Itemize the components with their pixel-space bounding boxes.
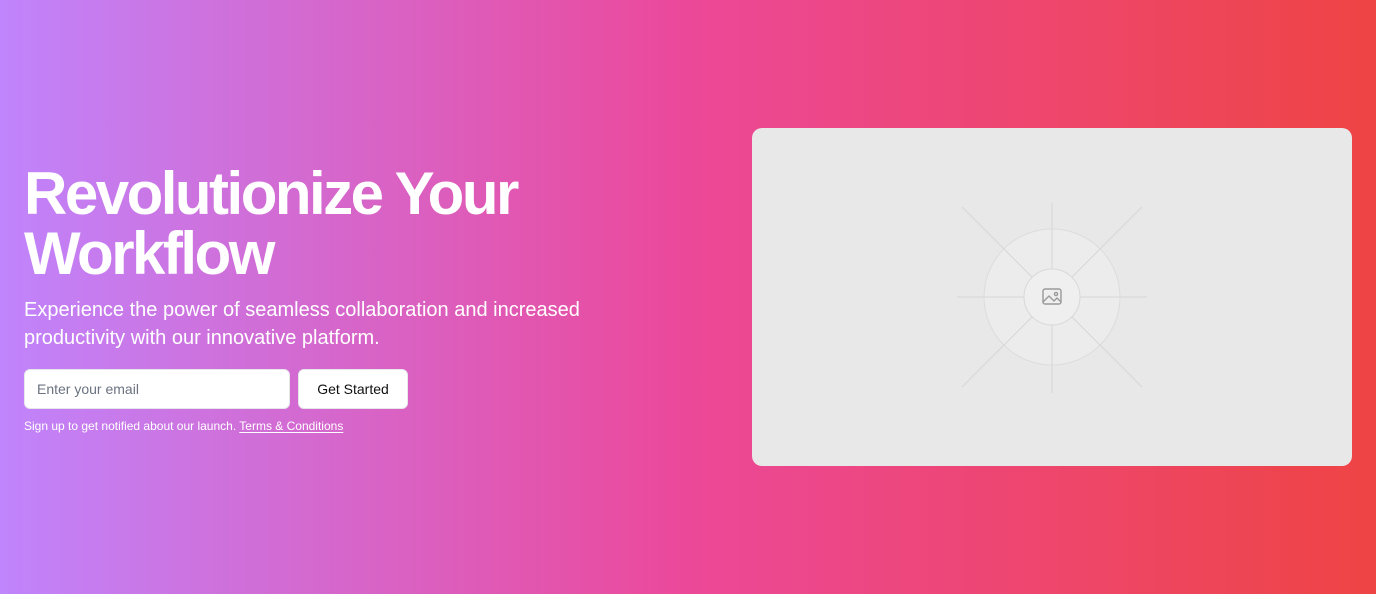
- signup-note: Sign up to get notified about our launch…: [24, 418, 644, 434]
- image-placeholder: [752, 128, 1352, 466]
- placeholder-graphic: [957, 203, 1147, 393]
- signup-form: Get Started: [24, 369, 644, 409]
- hero-title-line-1: Revolutionize Your: [24, 160, 519, 227]
- email-input[interactable]: [24, 369, 290, 409]
- get-started-button[interactable]: Get Started: [298, 369, 408, 409]
- hero-content: Revolutionize Your Workflow Experience t…: [24, 164, 644, 434]
- hero-title: Revolutionize Your Workflow: [24, 164, 644, 284]
- signup-note-text: Sign up to get notified about our launch…: [24, 419, 240, 433]
- hero-subtitle: Experience the power of seamless collabo…: [24, 299, 580, 349]
- terms-link[interactable]: Terms & Conditions: [239, 419, 343, 433]
- hero-title-line-2: Workflow: [24, 220, 275, 287]
- hero-section: { "hero": { "title_line1": "Revolutioniz…: [0, 0, 1376, 594]
